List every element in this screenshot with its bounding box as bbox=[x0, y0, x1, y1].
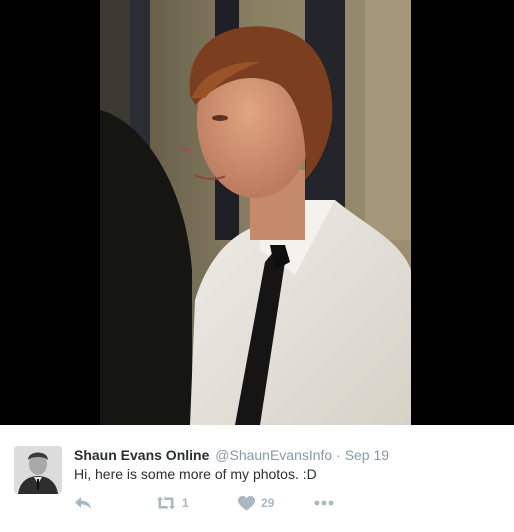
more-icon bbox=[314, 500, 334, 506]
separator: · bbox=[336, 447, 341, 463]
timestamp[interactable]: Sep 19 bbox=[345, 447, 389, 463]
tweet-media[interactable] bbox=[0, 0, 514, 425]
heart-icon bbox=[238, 495, 255, 510]
retweet-button[interactable]: 1 bbox=[156, 496, 238, 510]
tweet-actions: 1 29 bbox=[74, 493, 334, 513]
avatar-image bbox=[14, 446, 62, 494]
retweet-icon bbox=[157, 496, 175, 510]
reply-icon bbox=[75, 497, 91, 509]
tweet-text: Hi, here is some more of my photos. :D bbox=[74, 466, 317, 482]
tweet-photo[interactable] bbox=[100, 0, 411, 425]
like-count: 29 bbox=[261, 496, 275, 510]
avatar[interactable] bbox=[14, 446, 62, 494]
more-button[interactable] bbox=[314, 500, 334, 506]
like-button[interactable]: 29 bbox=[238, 495, 314, 511]
username[interactable]: @ShaunEvansInfo bbox=[215, 447, 332, 463]
photo-image bbox=[100, 0, 411, 425]
reply-button[interactable] bbox=[74, 496, 156, 510]
retweet-count: 1 bbox=[182, 496, 189, 510]
tweet: Shaun Evans Online @ShaunEvansInfo · Sep… bbox=[0, 425, 514, 532]
tweet-header: Shaun Evans Online @ShaunEvansInfo · Sep… bbox=[74, 446, 389, 464]
display-name[interactable]: Shaun Evans Online bbox=[74, 447, 209, 463]
